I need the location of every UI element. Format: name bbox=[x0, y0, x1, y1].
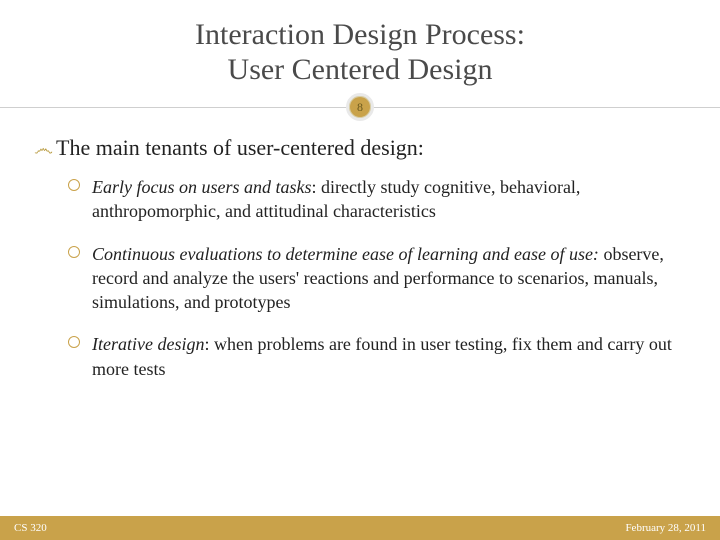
intro-row: ෴ The main tenants of user-centered desi… bbox=[34, 135, 686, 161]
circle-bullet-icon bbox=[68, 336, 80, 348]
title-line-1: Interaction Design Process: bbox=[28, 18, 692, 53]
swirl-bullet-icon: ෴ bbox=[34, 139, 56, 159]
page-number: 8 bbox=[357, 100, 363, 115]
bullet-lead: Early focus on users and tasks bbox=[92, 177, 312, 197]
title-line-2: User Centered Design bbox=[28, 53, 692, 88]
slide-title: Interaction Design Process: User Centere… bbox=[28, 18, 692, 87]
list-item: Iterative design: when problems are foun… bbox=[68, 332, 686, 381]
divider: 8 bbox=[28, 93, 692, 121]
footer-date: February 28, 2011 bbox=[625, 522, 706, 534]
bullet-list: Early focus on users and tasks: directly… bbox=[34, 175, 686, 381]
footer-bar: CS 320 February 28, 2011 bbox=[0, 516, 720, 540]
list-item: Continuous evaluations to determine ease… bbox=[68, 242, 686, 315]
slide: Interaction Design Process: User Centere… bbox=[0, 0, 720, 540]
page-number-badge: 8 bbox=[346, 93, 374, 121]
list-item: Early focus on users and tasks: directly… bbox=[68, 175, 686, 224]
circle-bullet-icon bbox=[68, 246, 80, 258]
content-area: ෴ The main tenants of user-centered desi… bbox=[28, 135, 692, 381]
intro-text: The main tenants of user-centered design… bbox=[56, 135, 424, 161]
bullet-lead: Continuous evaluations to determine ease… bbox=[92, 244, 599, 264]
bullet-lead: Iterative design bbox=[92, 334, 204, 354]
footer-course: CS 320 bbox=[14, 522, 47, 534]
circle-bullet-icon bbox=[68, 179, 80, 191]
